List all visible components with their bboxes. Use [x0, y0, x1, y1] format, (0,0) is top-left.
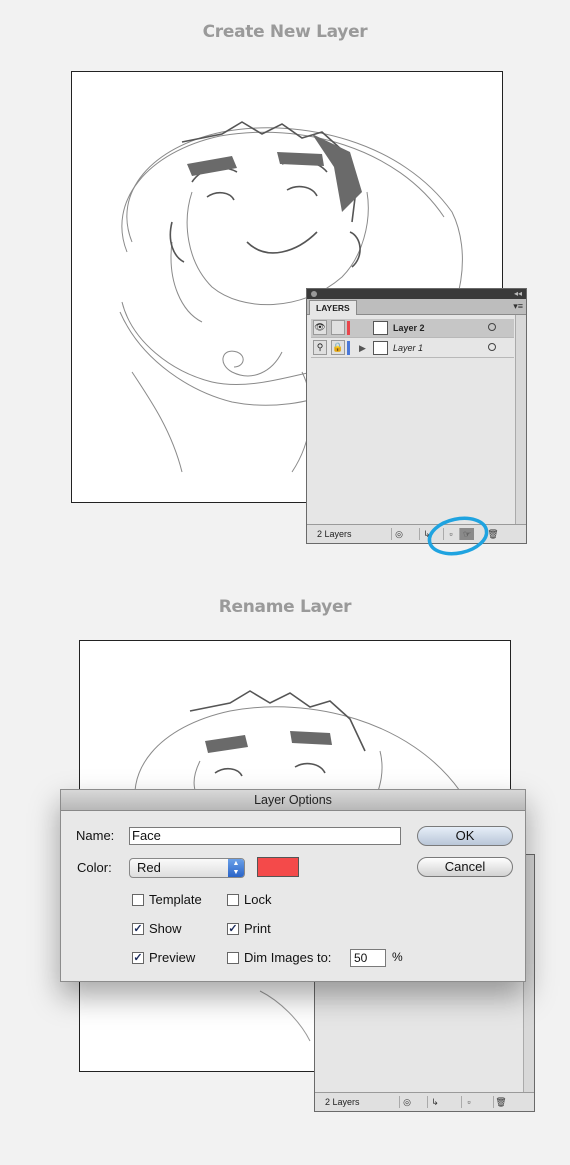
trash-icon[interactable]: 🗑 — [493, 1096, 508, 1108]
locate-object-icon[interactable]: ◎ — [391, 528, 406, 540]
percent-unit: % — [392, 950, 403, 964]
layer-name[interactable]: Layer 2 — [393, 319, 425, 337]
layer-name[interactable]: Layer 1 — [393, 339, 423, 357]
target-circle-icon[interactable] — [488, 323, 496, 331]
show-checkbox[interactable]: ✓ — [132, 923, 144, 935]
layer-options-dialog: Layer Options Name: Face Color: Red ▲ ▼ O… — [60, 789, 526, 982]
panel-title-bar[interactable]: ◂◂ — [307, 289, 526, 299]
ok-button[interactable]: OK — [417, 826, 513, 846]
heading-create-new-layer: Create New Layer — [202, 22, 368, 42]
print-checkbox[interactable]: ✓ — [227, 923, 239, 935]
tab-layers[interactable]: LAYERS — [309, 300, 357, 315]
template-checkbox[interactable] — [132, 894, 144, 906]
new-layer-icon[interactable]: ▫ — [461, 1096, 476, 1108]
dim-images-label: Dim Images to: — [244, 950, 332, 965]
panel-scrollbar[interactable] — [515, 315, 526, 525]
layer-thumbnail — [373, 341, 388, 355]
dim-images-checkbox[interactable] — [227, 952, 239, 964]
lock-icon[interactable]: 🔒 — [331, 340, 345, 355]
panel-footer: 2 Layers ◎ ↳ ▫ 🗑 — [315, 1092, 534, 1111]
preview-label: Preview — [149, 950, 196, 965]
layer-color-bar — [347, 341, 350, 355]
highlight-ellipse — [427, 516, 489, 556]
lock-label: Lock — [244, 892, 272, 907]
layers-panel-1: ◂◂ LAYERS ▾≡ 👁 Layer 2 ⚲ 🔒 ▶ Layer 1 2 L… — [306, 288, 527, 544]
panel-tab-bar: LAYERS ▾≡ — [307, 299, 526, 315]
name-label: Name: — [76, 828, 115, 843]
dialog-title: Layer Options — [61, 790, 525, 811]
print-label: Print — [244, 921, 271, 936]
dim-percent-input[interactable]: 50 — [350, 949, 386, 967]
template-label: Template — [149, 892, 202, 907]
panel-menu-icon[interactable]: ▾≡ — [513, 301, 523, 311]
close-icon[interactable] — [311, 291, 317, 297]
target-circle-icon[interactable] — [488, 343, 496, 351]
locate-object-icon[interactable]: ◎ — [399, 1096, 414, 1108]
preview-checkbox[interactable]: ✓ — [132, 952, 144, 964]
visibility-eye-icon[interactable]: 👁 — [313, 320, 327, 335]
make-clipping-mask-icon[interactable]: ↳ — [427, 1096, 442, 1108]
color-select-value: Red — [137, 860, 161, 875]
chevron-updown-icon[interactable]: ▲ ▼ — [228, 859, 244, 877]
color-select[interactable]: Red ▲ ▼ — [129, 858, 245, 878]
layer-thumbnail — [373, 321, 388, 335]
layer-row-layer-1[interactable]: ⚲ 🔒 ▶ Layer 1 — [311, 339, 514, 358]
layer-row-layer-2[interactable]: 👁 Layer 2 — [311, 319, 514, 338]
name-input[interactable]: Face — [129, 827, 401, 845]
lock-checkbox[interactable] — [227, 894, 239, 906]
color-swatch[interactable] — [257, 857, 299, 877]
visibility-eye-icon[interactable]: ⚲ — [313, 340, 327, 355]
layer-color-bar — [347, 321, 350, 335]
collapse-icon[interactable]: ◂◂ — [514, 289, 522, 299]
layer-count: 2 Layers — [317, 529, 352, 539]
layer-count: 2 Layers — [325, 1097, 360, 1107]
lock-toggle[interactable] — [331, 320, 345, 335]
expand-triangle-icon[interactable]: ▶ — [359, 343, 366, 353]
show-label: Show — [149, 921, 182, 936]
cancel-button[interactable]: Cancel — [417, 857, 513, 877]
color-label: Color: — [77, 860, 112, 875]
heading-rename-layer: Rename Layer — [218, 597, 352, 617]
